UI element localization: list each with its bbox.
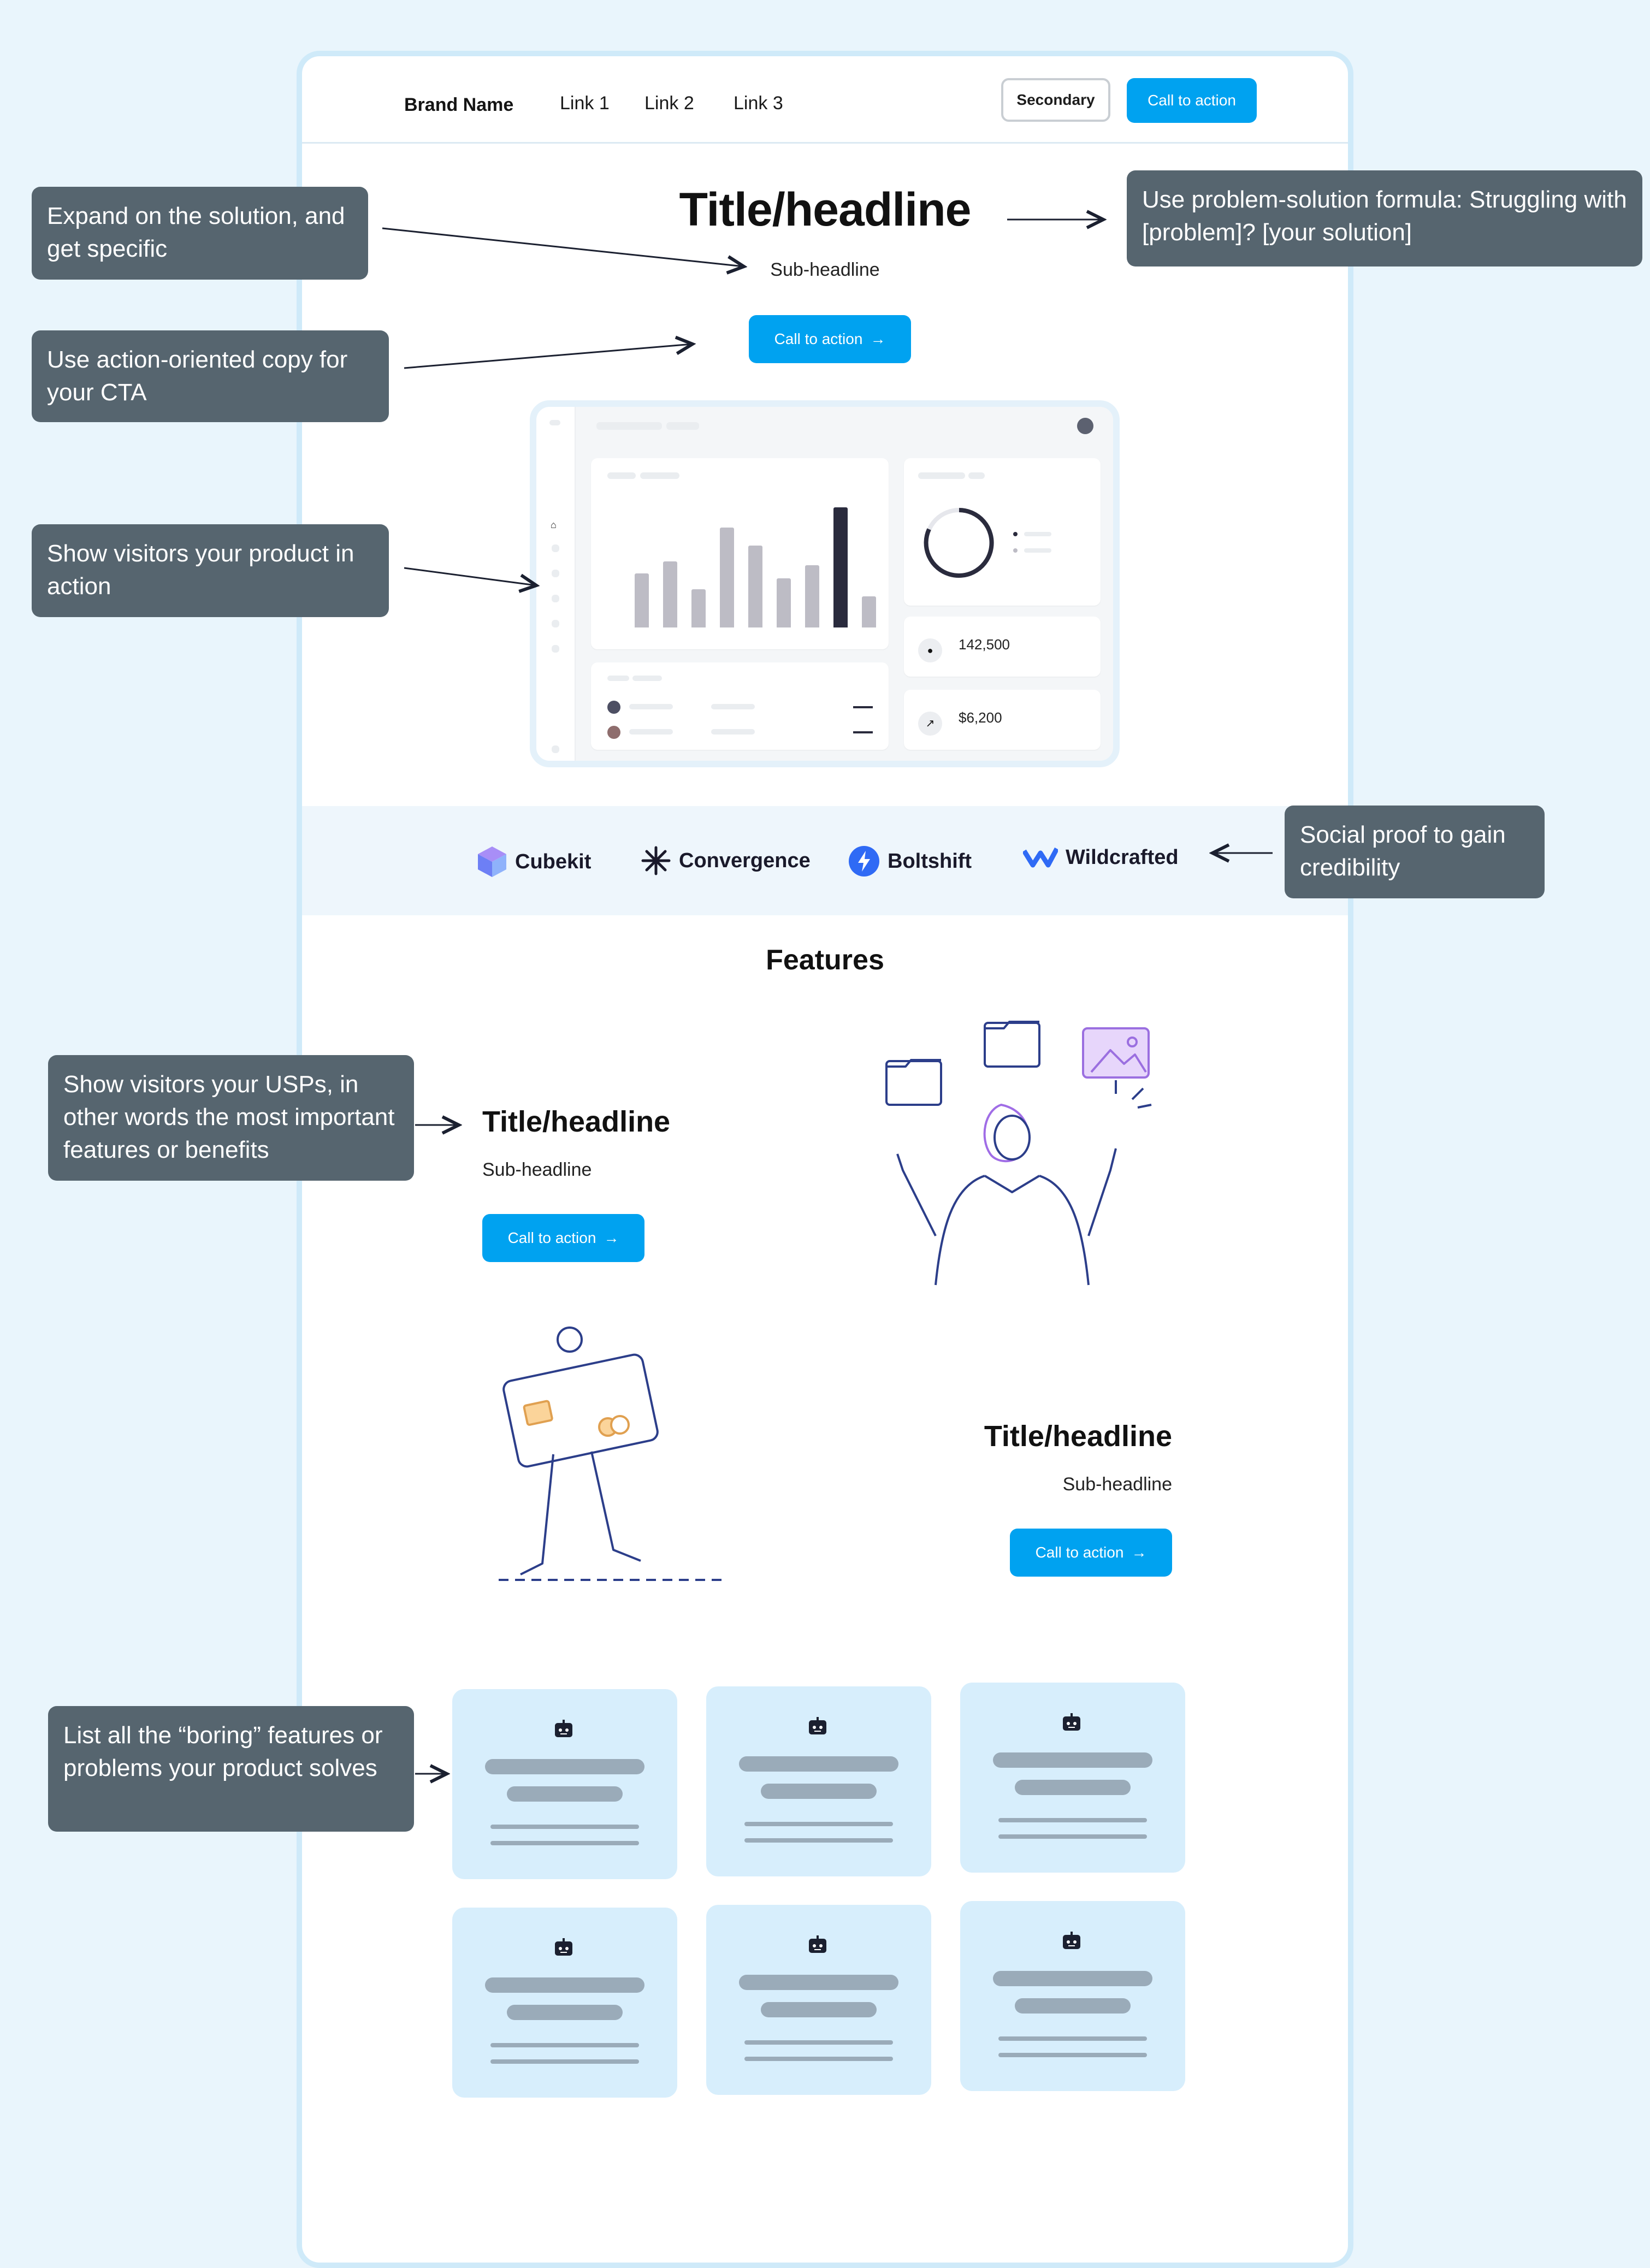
arrow-cta — [404, 344, 693, 369]
arrow-expand — [382, 227, 744, 267]
arrow-product — [404, 567, 536, 585]
annotation-arrows — [382, 0, 1273, 2237]
